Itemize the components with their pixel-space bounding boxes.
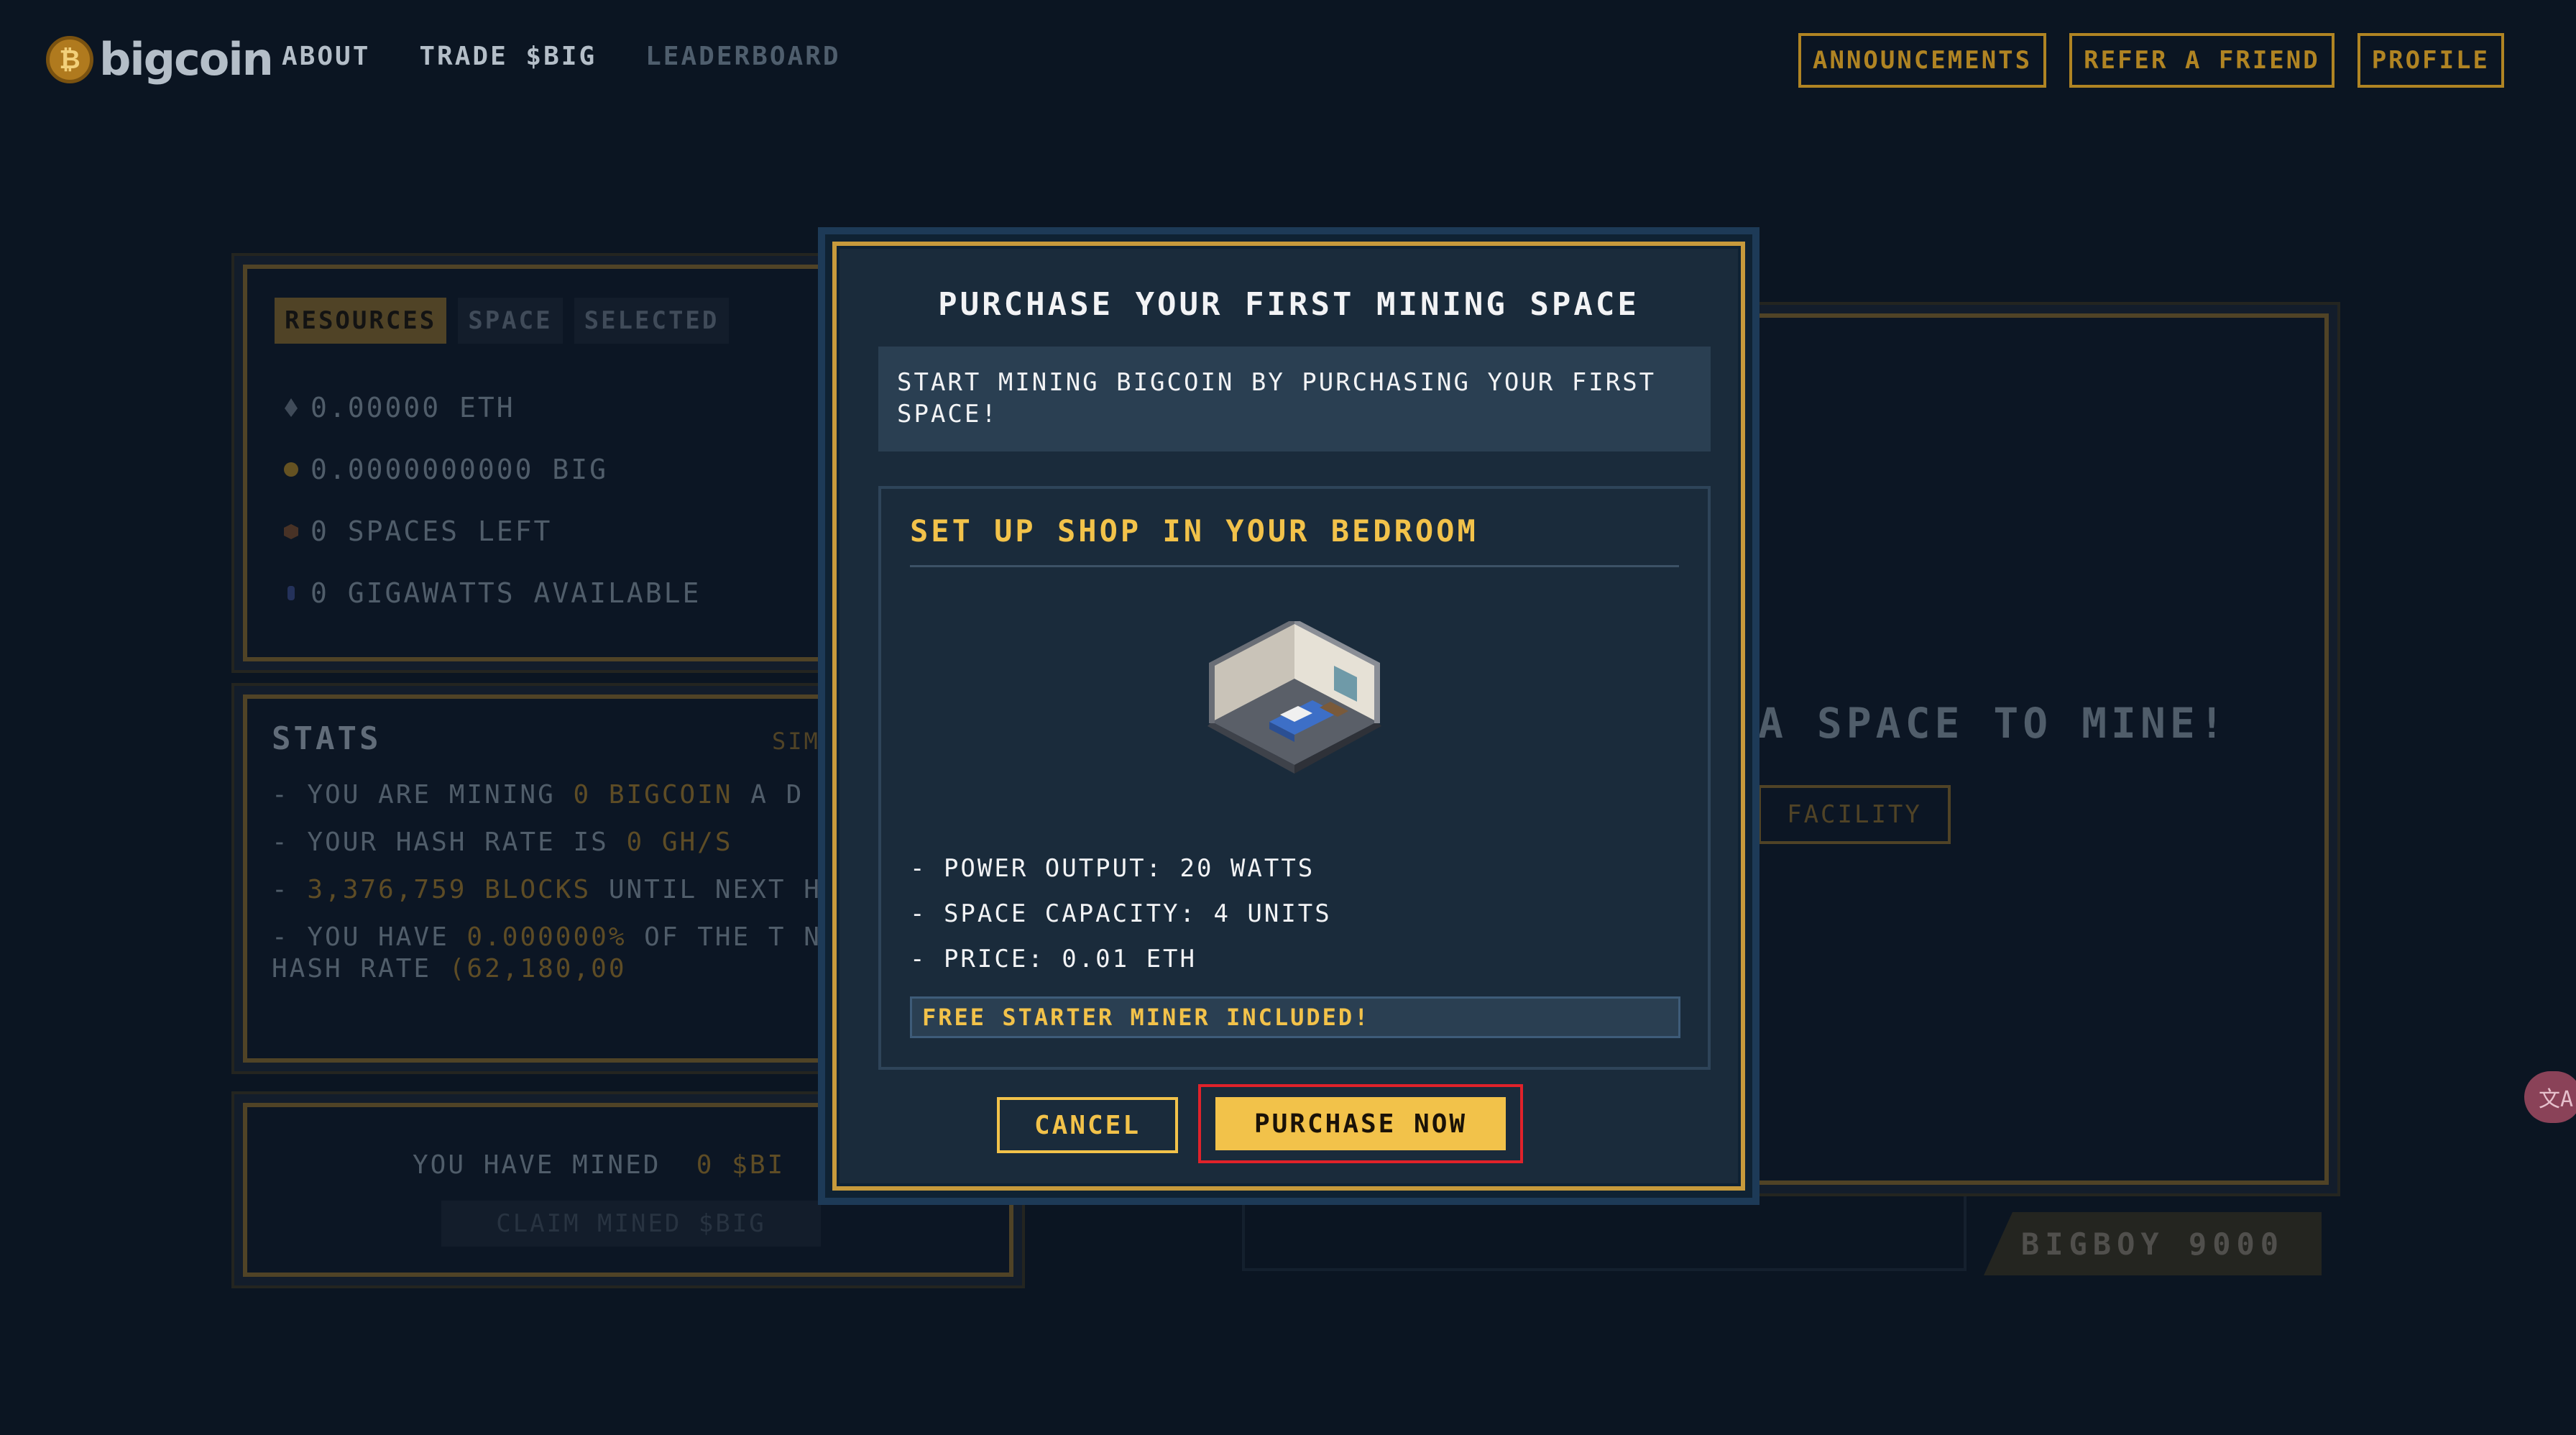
resource-spaces: 0 SPACES LEFT: [283, 500, 701, 562]
stat-value: 3,376,759 BLOCKS: [307, 875, 592, 904]
stat-text: - YOU ARE MINING: [272, 780, 574, 810]
cancel-button[interactable]: CANCEL: [997, 1097, 1178, 1153]
bedroom-room-icon: [1208, 621, 1381, 774]
resource-eth-text: 0.00000 ETH: [310, 392, 515, 423]
stat-value: 0 GH/S: [626, 827, 733, 857]
machine-prompt: A SPACE TO MINE!: [1758, 699, 2229, 748]
space-icon: [284, 524, 298, 539]
spec-space-capacity: - SPACE CAPACITY: 4 UNITS: [910, 899, 1332, 928]
modal-intro: START MINING BIGCOIN BY PURCHASING YOUR …: [878, 347, 1711, 451]
stat-text: -: [272, 875, 308, 904]
stat-text: A D: [732, 780, 804, 810]
resource-big-text: 0.0000000000 BIG: [310, 454, 609, 485]
stat-value: 0.000000%: [466, 922, 627, 952]
resource-spaces-text: 0 SPACES LEFT: [310, 515, 553, 547]
purchase-space-modal: PURCHASE YOUR FIRST MINING SPACE START M…: [818, 227, 1760, 1205]
purchase-highlight-outline: PURCHASE NOW: [1198, 1084, 1523, 1163]
divider: [910, 565, 1679, 567]
stat-text: - YOU HAVE: [272, 922, 467, 952]
space-option-title: SET UP SHOP IN YOUR BEDROOM: [910, 513, 1478, 549]
big-coin-icon: [284, 462, 298, 477]
tab-selected[interactable]: SELECTED: [574, 298, 730, 344]
tab-resources[interactable]: RESOURCES: [275, 298, 447, 344]
stat-text: - YOUR HASH RATE IS: [272, 827, 627, 857]
mined-summary: YOU HAVE MINED 0 $BI: [413, 1150, 785, 1180]
purchase-now-button[interactable]: PURCHASE NOW: [1215, 1097, 1506, 1150]
resource-list: 0.00000 ETH 0.0000000000 BIG 0 SPACES LE…: [283, 377, 701, 624]
tab-space[interactable]: SPACE: [458, 298, 563, 344]
claim-mined-button[interactable]: CLAIM MINED $BIG: [441, 1201, 821, 1247]
resource-big: 0.0000000000 BIG: [283, 439, 701, 500]
stat-value: (62,180,00: [448, 954, 627, 984]
modal-title: PURCHASE YOUR FIRST MINING SPACE: [938, 286, 1639, 323]
resource-eth: 0.00000 ETH: [283, 377, 701, 439]
translate-icon[interactable]: 文A: [2524, 1071, 2576, 1123]
spec-price: - PRICE: 0.01 ETH: [910, 945, 1197, 973]
mining-machine-screen: A SPACE TO MINE! FACILITY: [1754, 313, 2329, 1185]
stats-sim-link[interactable]: SIM: [772, 728, 820, 755]
space-option-card: SET UP SHOP IN YOUR BEDROOM - POWER OUTP…: [878, 486, 1711, 1070]
power-icon: [288, 586, 295, 600]
modal-actions: CANCEL PURCHASE NOW: [779, 1084, 1741, 1163]
resource-power-text: 0 GIGAWATTS AVAILABLE: [310, 577, 702, 609]
stats-title: STATS: [272, 720, 382, 757]
facility-button[interactable]: FACILITY: [1758, 785, 1951, 844]
space-specs: - POWER OUTPUT: 20 WATTS - SPACE CAPACIT…: [910, 854, 1332, 990]
free-miner-banner: FREE STARTER MINER INCLUDED!: [910, 996, 1680, 1038]
mined-label: YOU HAVE MINED: [413, 1150, 661, 1180]
eth-icon: [285, 398, 298, 417]
resource-power: 0 GIGAWATTS AVAILABLE: [283, 562, 701, 624]
machine-nameplate: BIGBOY 9000: [1984, 1212, 2322, 1275]
modal-frame: PURCHASE YOUR FIRST MINING SPACE START M…: [832, 242, 1745, 1191]
spec-power-output: - POWER OUTPUT: 20 WATTS: [910, 854, 1315, 883]
mined-value: 0 $BI: [696, 1150, 786, 1180]
resource-tabs: RESOURCES SPACE SELECTED: [275, 298, 730, 344]
stat-value: 0 BIGCOIN: [573, 780, 733, 810]
